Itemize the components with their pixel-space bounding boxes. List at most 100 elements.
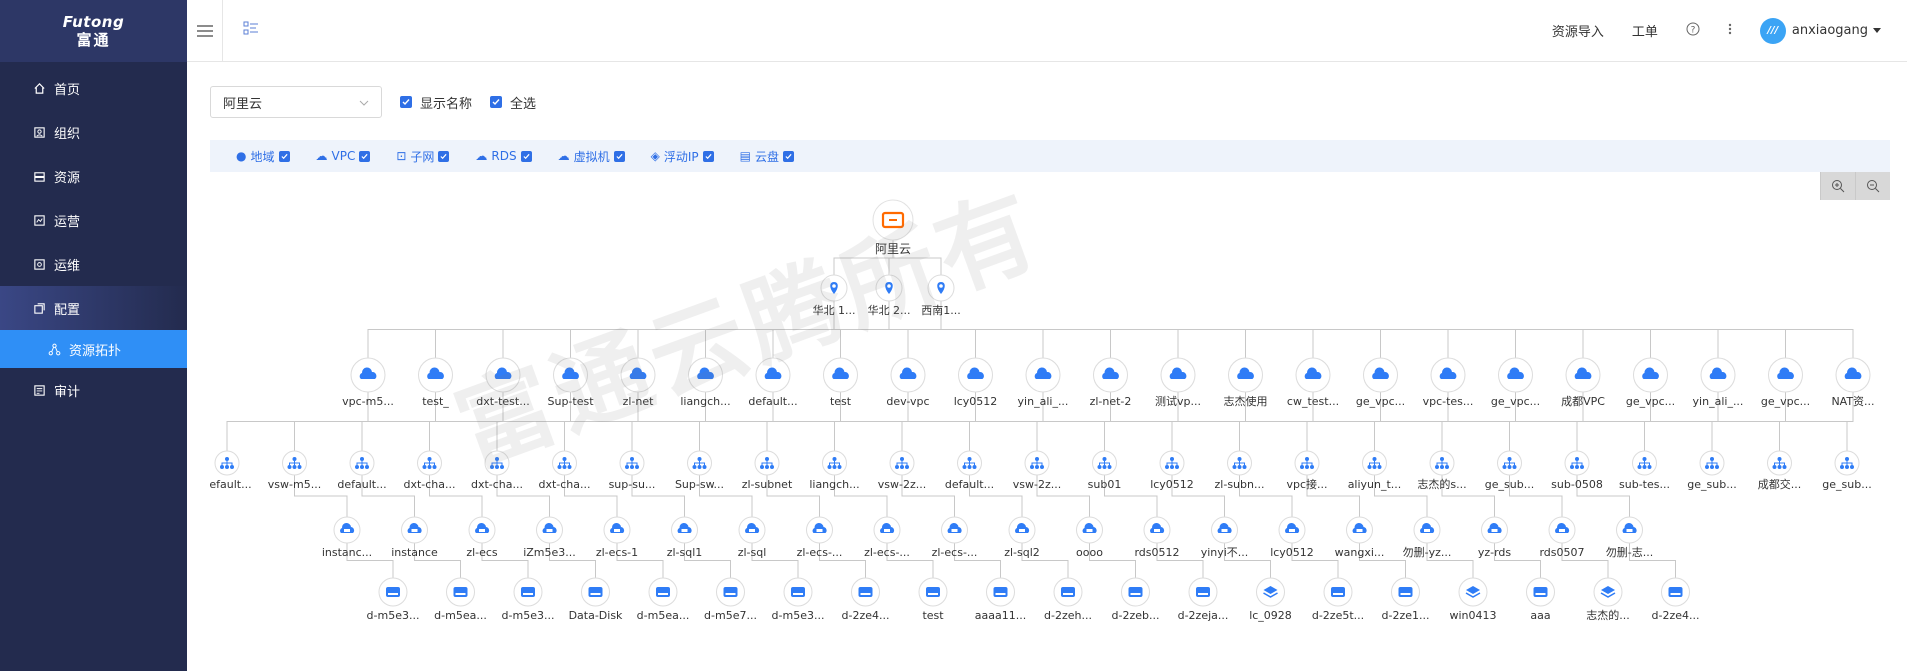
region-node[interactable]: 华北 1...	[813, 274, 856, 317]
instance-node[interactable]: zl-sql	[738, 516, 767, 559]
instance-node[interactable]: zl-ecs-...	[932, 516, 978, 559]
subnet-node[interactable]: sup-su...	[609, 450, 656, 491]
instance-node[interactable]: instance	[391, 516, 438, 559]
zoom-in-icon[interactable]	[1820, 172, 1855, 200]
instance-node[interactable]: lcy0512	[1270, 516, 1314, 559]
instance-node[interactable]: zl-ecs-...	[797, 516, 843, 559]
subnet-node[interactable]: Sup-sw...	[675, 450, 724, 491]
vpc-node[interactable]: zl-net	[620, 357, 656, 408]
sidebar-subitem-topology[interactable]: 资源拓扑	[0, 330, 187, 368]
vpc-node[interactable]: NAT资...	[1831, 357, 1875, 408]
user-menu[interactable]: /// anxiaogang	[1759, 17, 1881, 44]
filter-rds[interactable]: ☁ RDS	[475, 149, 532, 163]
vpc-node[interactable]: 志杰使用	[1224, 357, 1268, 408]
disk-node[interactable]: d-m5e7...	[704, 577, 757, 622]
filter-disk[interactable]: ▤ 云盘	[740, 148, 794, 165]
subnet-node[interactable]: zl-subn...	[1215, 450, 1265, 491]
disk-node[interactable]: d-2ze1...	[1382, 577, 1430, 622]
instance-node[interactable]: zl-ecs-...	[864, 516, 910, 559]
instance-node[interactable]: oooo	[1076, 516, 1103, 559]
resource-import-link[interactable]: 资源导入	[1552, 21, 1604, 40]
vpc-node[interactable]: vpc-m5...	[342, 357, 394, 408]
instance-node[interactable]: iZm5e3...	[523, 516, 576, 559]
vpc-node[interactable]: zl-net-2	[1090, 357, 1132, 408]
subnet-node[interactable]: lcy0512	[1150, 450, 1194, 491]
disk-node[interactable]: d-m5ea...	[637, 577, 690, 622]
vpc-node[interactable]: default...	[748, 357, 798, 408]
subnet-node[interactable]: aliyun_t...	[1348, 450, 1402, 491]
topology-canvas[interactable]: 阿里云 华北 1... 华北 2... 西南1... vpc-m5... test_ dxt…	[210, 172, 1890, 671]
disk-node[interactable]: lc_0928	[1249, 577, 1292, 622]
vpc-node[interactable]: ge_vpc...	[1356, 357, 1405, 408]
subnet-node[interactable]: sub-tes...	[1619, 450, 1670, 491]
subnet-node[interactable]: zl-subnet	[742, 450, 793, 491]
sidebar-item-audit[interactable]: 审计	[0, 368, 187, 412]
disk-node[interactable]: d-m5e3...	[772, 577, 825, 622]
instance-node[interactable]: yz-rds	[1478, 516, 1512, 559]
filter-vm[interactable]: ☁ 虚拟机	[558, 148, 625, 165]
instance-node[interactable]: rds0507	[1539, 516, 1585, 559]
vpc-node[interactable]: 成都VPC	[1561, 357, 1605, 408]
subnet-node[interactable]: ge_sub...	[1822, 450, 1872, 491]
vpc-node[interactable]: cw_test...	[1287, 357, 1339, 408]
region-node[interactable]: 西南1...	[921, 274, 961, 317]
disk-node[interactable]: Data-Disk	[569, 577, 623, 622]
vpc-node[interactable]: 测试vp...	[1155, 357, 1201, 408]
vpc-node[interactable]: test	[823, 357, 858, 408]
subnet-node[interactable]: liangch...	[809, 450, 860, 491]
disk-node[interactable]: d-m5e3...	[367, 577, 420, 622]
instance-node[interactable]: zl-ecs-1	[596, 516, 638, 559]
disk-node[interactable]: aaa	[1526, 577, 1555, 622]
vpc-node[interactable]: vpc-tes...	[1423, 357, 1474, 408]
disk-node[interactable]: d-2zeja...	[1178, 577, 1229, 622]
vpc-node[interactable]: yin_ali_...	[1693, 357, 1744, 408]
sidebar-item-operation[interactable]: 运营	[0, 198, 187, 242]
subnet-node[interactable]: 志杰的s...	[1417, 450, 1467, 491]
disk-node[interactable]: test	[918, 577, 948, 622]
instance-node[interactable]: zl-sql1	[667, 516, 703, 559]
sidebar-item-home[interactable]: 首页	[0, 66, 187, 110]
show-names-checkbox[interactable]: 显示名称	[400, 93, 472, 112]
disk-node[interactable]: 志杰的...	[1586, 577, 1630, 622]
select-all-checkbox[interactable]: 全选	[490, 93, 536, 112]
provider-select[interactable]: 阿里云	[210, 86, 382, 118]
subnet-node[interactable]: sub-0508	[1551, 450, 1603, 491]
subnet-node[interactable]: vpc接...	[1286, 450, 1328, 491]
filter-vpc[interactable]: ☁ VPC	[316, 149, 371, 163]
region-node[interactable]: 华北 2...	[868, 274, 911, 317]
hamburger-icon[interactable]	[187, 0, 223, 62]
sidebar-item-org[interactable]: 组织	[0, 110, 187, 154]
instance-node[interactable]: rds0512	[1134, 516, 1180, 559]
subnet-node[interactable]: dxt-cha...	[538, 450, 591, 491]
vpc-node[interactable]: test_	[418, 357, 453, 408]
disk-node[interactable]: d-2ze5t...	[1312, 577, 1364, 622]
subnet-node[interactable]: vsw-2z...	[1013, 450, 1061, 491]
vpc-node[interactable]: Sup-test	[547, 357, 594, 408]
subnet-node[interactable]: dxt-cha...	[471, 450, 523, 491]
vpc-node[interactable]: yin_ali_...	[1018, 357, 1069, 408]
vpc-node[interactable]: liangch...	[680, 357, 731, 408]
disk-node[interactable]: d-2zeb...	[1112, 577, 1160, 622]
instance-node[interactable]: 勿删-志...	[1606, 516, 1653, 559]
disk-node[interactable]: d-2ze4...	[842, 577, 890, 622]
filter-subnet[interactable]: ⊡ 子网	[396, 148, 450, 165]
subnet-node[interactable]: default...	[337, 450, 387, 491]
subnet-node[interactable]: sub01	[1088, 450, 1122, 491]
subnet-node[interactable]: default...	[945, 450, 994, 491]
sidebar-item-config[interactable]: 配置	[0, 286, 187, 330]
disk-node[interactable]: d-2ze4...	[1652, 577, 1700, 622]
vpc-node[interactable]: dxt-test...	[476, 357, 530, 408]
subnet-node[interactable]: dxt-cha...	[403, 450, 456, 491]
instance-node[interactable]: zl-ecs	[466, 516, 498, 559]
vpc-node[interactable]: ge_vpc...	[1491, 357, 1540, 408]
vpc-node[interactable]: ge_vpc...	[1761, 357, 1810, 408]
logo[interactable]: Futong 富通	[0, 0, 187, 62]
disk-node[interactable]: win0413	[1449, 577, 1497, 622]
subnet-node[interactable]: ge_sub...	[1687, 450, 1737, 491]
filter-floating-ip[interactable]: ◈ 浮动IP	[651, 148, 714, 165]
root-provider-node[interactable]: 阿里云	[872, 199, 914, 256]
disk-node[interactable]: aaaa11...	[975, 577, 1026, 622]
subnet-node[interactable]: default...	[210, 450, 252, 491]
vpc-node[interactable]: ge_vpc...	[1626, 357, 1675, 408]
ticket-link[interactable]: 工单	[1632, 21, 1658, 40]
